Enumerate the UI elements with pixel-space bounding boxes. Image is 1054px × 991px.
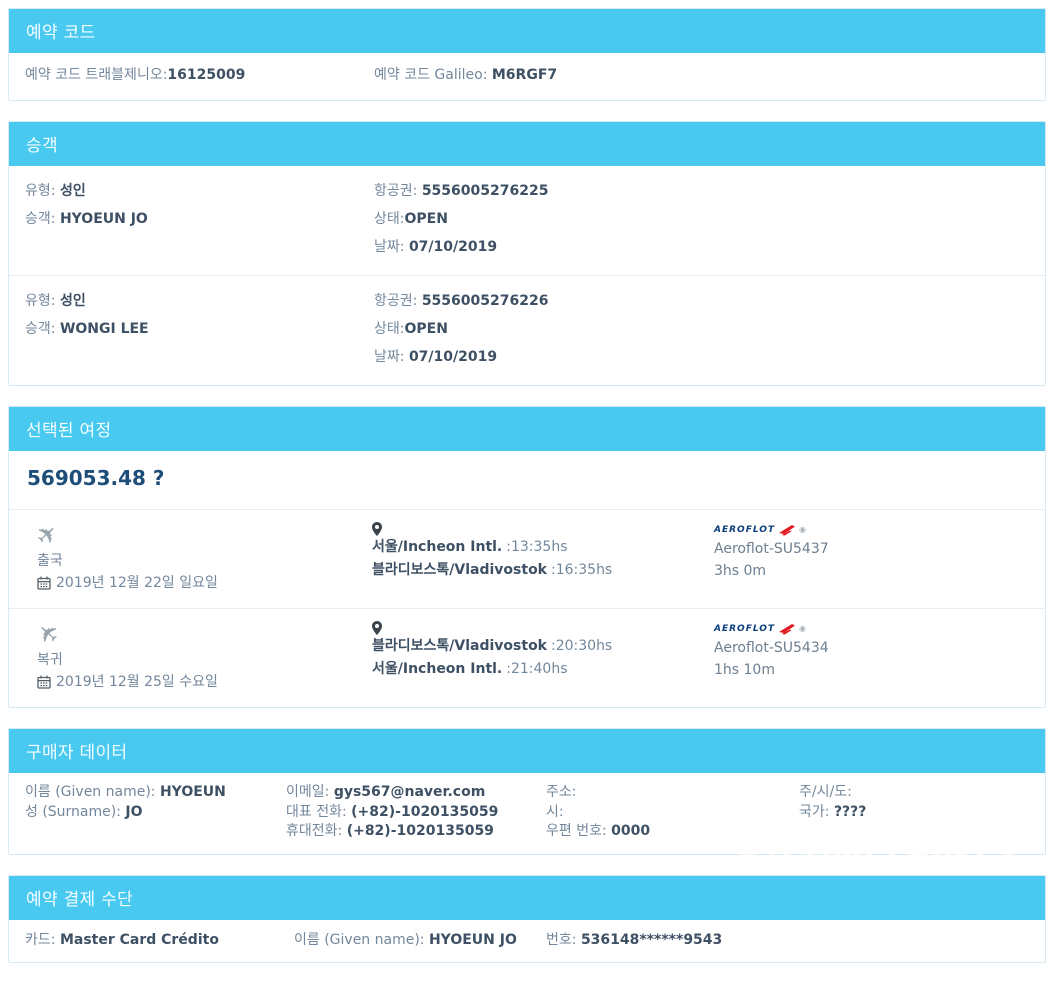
aeroflot-logo: AEROFLOT ◉ [714,621,1029,637]
leg-date: 2019년 12월 22일 일요일 [56,572,218,594]
galileo-code-label: 예약 코드 Galileo: [374,67,492,83]
leg-middle-col: 블라디보스톡/Vladivostok:20:30hs 서울/Incheon In… [372,621,714,693]
map-pin-icon [372,621,382,635]
buyer-address: 주소: [546,783,799,803]
buyer-mobile: 휴대전화: (+82)-1020135059 [286,822,546,842]
pin-row [372,621,714,635]
section-title-buyer-data: 구매자 데이터 [9,729,1045,773]
stop-line: 서울/Incheon Intl.:21:40hs [372,658,714,681]
departure-plane-icon: ✈ [31,518,64,551]
stop-line: 블라디보스톡/Vladivostok:20:30hs [372,635,714,658]
section-title-passengers: 승객 [9,122,1045,166]
payment-card-number: 번호: 536148******9543 [546,931,1029,949]
leg-duration: 3hs 0m [714,560,1029,582]
passenger-type: 유형: 성인 [25,177,374,205]
aeroflot-wing-icon [778,525,796,536]
buyer-col-address: 주소: 시: 우편 번호: 0000 [546,783,799,842]
payment-content: 카드: Master Card Crédito 이름 (Given name):… [9,920,1045,962]
buyer-phone: 대표 전화: (+82)-1020135059 [286,803,546,823]
buyer-col-contact: 이메일: gys567@naver.com 대표 전화: (+82)-10201… [286,783,546,842]
buyer-col-region: 주/시/도: 국가: ???? [799,783,1029,842]
section-buyer-data: 구매자 데이터 이름 (Given name): HYOEUN 성 (Surna… [8,728,1046,855]
leg-date-row: 2019년 12월 25일 수요일 [37,671,372,693]
return-plane-icon: ✈ [31,617,64,650]
section-title-itinerary: 선택된 여정 [9,407,1045,451]
section-itinerary: 선택된 여정 569053.48 ? ✈ 출국 2019년 12월 22 [8,406,1046,708]
calendar-icon [37,576,51,590]
galileo-code-value: M6RGF7 [492,67,557,83]
calendar-icon [37,675,51,689]
passenger-row: 유형: 성인 승객: HYOEUN JO 항공권: 5556005276225 … [9,166,1045,275]
leg-direction: 출국 [37,551,372,572]
passenger-left-col: 유형: 성인 승객: HYOEUN JO [25,177,374,261]
leg-flight: Aeroflot-SU5437 [714,538,1029,560]
section-payment-method: 예약 결제 수단 카드: Master Card Crédito 이름 (Giv… [8,875,1046,963]
itinerary-leg-return: ✈ 복귀 2019년 12월 25일 수요일 [9,609,1045,707]
leg-date-row: 2019년 12월 22일 일요일 [37,572,372,594]
passenger-row: 유형: 성인 승객: WONGI LEE 항공권: 5556005276226 … [9,276,1045,385]
section-passengers: 승객 유형: 성인 승객: HYOEUN JO 항공권: 55560052762… [8,121,1046,386]
leg-right-col: AEROFLOT ◉ Aeroflot-SU5434 1hs 10m [714,621,1029,693]
leg-flight: Aeroflot-SU5434 [714,637,1029,659]
passenger-left-col: 유형: 성인 승객: WONGI LEE [25,287,374,371]
buyer-city: 시: [546,803,799,823]
aeroflot-wing-icon [778,624,796,635]
passenger-date: 날짜: 07/10/2019 [374,343,1029,371]
buyer-content: 이름 (Given name): HYOEUN 성 (Surname): JO … [9,773,1045,854]
buyer-zip: 우편 번호: 0000 [546,822,799,842]
passenger-date: 날짜: 07/10/2019 [374,233,1029,261]
leg-duration: 1hs 10m [714,659,1029,681]
passenger-ticket: 항공권: 5556005276226 [374,287,1029,315]
payment-holder-name: 이름 (Given name): HYOEUN JO [294,931,546,949]
itinerary-leg-outbound: ✈ 출국 2019년 12월 22일 일요일 [9,510,1045,608]
passenger-type: 유형: 성인 [25,287,374,315]
travelgenio-code: 예약 코드 트래블제니오:16125009 [25,64,374,86]
passenger-status: 상태:OPEN [374,315,1029,343]
buyer-state: 주/시/도: [799,783,1029,803]
travelgenio-code-value: 16125009 [167,67,245,83]
page: 예약 코드 예약 코드 트래블제니오:16125009 예약 코드 Galile… [0,0,1054,991]
leg-date: 2019년 12월 25일 수요일 [56,671,218,693]
reservation-code-content: 예약 코드 트래블제니오:16125009 예약 코드 Galileo: M6R… [9,53,1045,100]
leg-direction: 복귀 [37,650,372,671]
section-reservation-code: 예약 코드 예약 코드 트래블제니오:16125009 예약 코드 Galile… [8,8,1046,101]
buyer-email: 이메일: gys567@naver.com [286,783,546,803]
payment-card: 카드: Master Card Crédito [25,931,294,949]
section-title-payment-method: 예약 결제 수단 [9,876,1045,920]
passenger-ticket: 항공권: 5556005276225 [374,177,1029,205]
leg-right-col: AEROFLOT ◉ Aeroflot-SU5437 3hs 0m [714,522,1029,594]
stop-line: 서울/Incheon Intl.:13:35hs [372,536,714,559]
itinerary-price: 569053.48 ? [9,451,1045,509]
leg-left-col: ✈ 출국 2019년 12월 22일 일요일 [25,522,372,594]
passenger-right-col: 항공권: 5556005276225 상태:OPEN 날짜: 07/10/201… [374,177,1029,261]
buyer-surname: 성 (Surname): JO [25,803,286,823]
passenger-status: 상태:OPEN [374,205,1029,233]
map-pin-icon [372,522,382,536]
leg-middle-col: 서울/Incheon Intl.:13:35hs 블라디보스톡/Vladivos… [372,522,714,594]
section-title-reservation-code: 예약 코드 [9,9,1045,53]
stop-line: 블라디보스톡/Vladivostok:16:35hs [372,559,714,582]
aeroflot-logo: AEROFLOT ◉ [714,522,1029,538]
passenger-name: 승객: HYOEUN JO [25,205,374,233]
galileo-code: 예약 코드 Galileo: M6RGF7 [374,64,1029,86]
passenger-right-col: 항공권: 5556005276226 상태:OPEN 날짜: 07/10/201… [374,287,1029,371]
buyer-given-name: 이름 (Given name): HYOEUN [25,783,286,803]
travelgenio-code-label: 예약 코드 트래블제니오: [25,67,167,83]
buyer-col-name: 이름 (Given name): HYOEUN 성 (Surname): JO [25,783,286,842]
leg-left-col: ✈ 복귀 2019년 12월 25일 수요일 [25,621,372,693]
passenger-name: 승객: WONGI LEE [25,315,374,343]
buyer-country: 국가: ???? [799,803,1029,823]
pin-row [372,522,714,536]
